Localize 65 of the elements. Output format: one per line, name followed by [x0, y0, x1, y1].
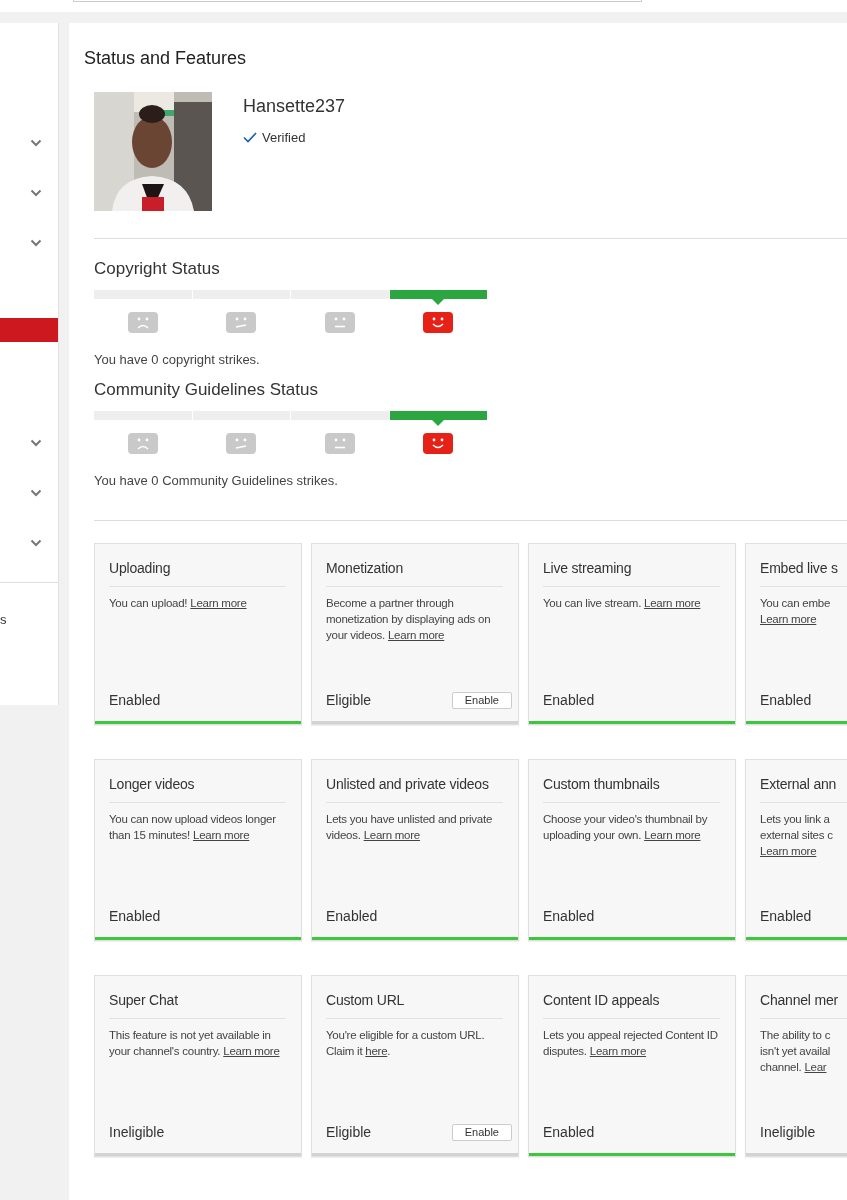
feature-description: Become a partner through monetization by displaying ads on your videos. Learn more	[326, 596, 492, 643]
chevron-down-icon[interactable]	[30, 239, 42, 247]
feature-description: Lets you have unlisted and private videos. Learn more	[326, 812, 494, 843]
learn-more-link[interactable]: Learn more	[644, 829, 701, 841]
feature-description: Lets you link a external sites c Learn more	[760, 812, 834, 859]
feature-description: This feature is not yet available in your channel's country. Learn more	[109, 1028, 281, 1059]
pointer-icon	[432, 299, 445, 305]
feature-title: Monetization	[326, 558, 503, 587]
feature-description: Choose your video's thumbnail by uploading your own. Learn more	[543, 812, 709, 843]
enable-button[interactable]: Enable	[451, 1124, 512, 1141]
chevron-down-icon[interactable]	[30, 439, 42, 447]
chevron-down-icon[interactable]	[30, 489, 42, 497]
learn-more-link[interactable]: Learn more	[644, 597, 701, 609]
pointer-icon	[432, 419, 445, 426]
section-title: Community Guidelines Status	[94, 378, 319, 401]
learn-more-link[interactable]: Learn more	[760, 843, 817, 859]
feature-title: Content ID appeals	[543, 990, 720, 1019]
feature-status: Eligible	[326, 691, 372, 710]
feature-title: Longer videos	[109, 774, 286, 803]
learn-more-link[interactable]: Learn more	[190, 597, 247, 609]
feature-status: Enabled	[760, 691, 812, 710]
feature-title: External ann	[760, 774, 847, 803]
strike-message: You have 0 Community Guidelines strikes.	[94, 471, 339, 490]
enable-button[interactable]: Enable	[451, 692, 512, 709]
feature-status: Eligible	[326, 1123, 372, 1142]
learn-more-link[interactable]: Lear	[804, 1061, 827, 1073]
feature-description: You can upload! Learn more	[109, 596, 248, 611]
feature-status: Enabled	[543, 691, 595, 710]
feature-title: Custom thumbnails	[543, 774, 720, 803]
chevron-down-icon[interactable]	[30, 189, 42, 197]
feature-status: Enabled	[109, 691, 161, 710]
feature-status: Enabled	[543, 1123, 595, 1142]
feature-title: Uploading	[109, 558, 286, 587]
learn-more-link[interactable]: Learn more	[193, 829, 250, 841]
learn-more-link[interactable]: Learn more	[387, 629, 445, 641]
chevron-down-icon[interactable]	[30, 539, 42, 547]
nav-label[interactable]: s	[0, 612, 7, 627]
feature-status: Ineligible	[760, 1123, 816, 1142]
feature-title: Custom URL	[326, 990, 503, 1019]
feature-status: Enabled	[109, 907, 161, 926]
feature-description: You can live stream. Learn more	[543, 596, 702, 611]
feature-description: You can embe Learn more	[760, 596, 832, 627]
channel-name: Hansette237	[243, 95, 346, 118]
feature-title: Channel mer	[760, 990, 847, 1019]
feature-description: You can now upload videos longer than 15 minutes! Learn more	[109, 812, 277, 843]
feature-title: Embed live s	[760, 558, 847, 587]
feature-status: Enabled	[326, 907, 378, 926]
page-title: Status and Features	[84, 47, 248, 70]
learn-more-link[interactable]: Learn more	[363, 829, 420, 841]
feature-title: Live streaming	[543, 558, 720, 587]
feature-title: Unlisted and private videos	[326, 774, 503, 803]
section-title: Copyright Status	[94, 258, 221, 280]
verified-label: Verified	[262, 129, 306, 147]
feature-description: You're eligible for a custom URL. Claim it here.	[326, 1028, 486, 1059]
feature-status: Enabled	[760, 907, 812, 926]
learn-more-link[interactable]: Learn more	[760, 611, 817, 627]
feature-title: Super Chat	[109, 990, 286, 1019]
feature-description: Lets you appeal rejected Content ID disputes. Learn more	[543, 1028, 719, 1059]
chevron-down-icon[interactable]	[30, 139, 42, 147]
learn-more-link[interactable]: Learn more	[223, 1045, 280, 1057]
feature-status: Enabled	[543, 907, 595, 926]
feature-description: The ability to c isn't yet availal channel. Lear	[760, 1028, 832, 1075]
feature-status: Ineligible	[109, 1123, 165, 1142]
strike-message: You have 0 copyright strikes.	[94, 351, 261, 369]
learn-more-link[interactable]: Learn more	[589, 1045, 647, 1057]
